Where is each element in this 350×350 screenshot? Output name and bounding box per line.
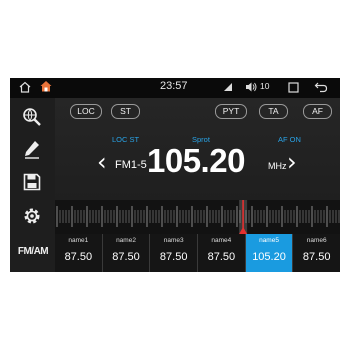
- af-on-indicator: AF ON: [278, 135, 301, 144]
- signal-icon: [223, 82, 233, 95]
- seek-forward-button[interactable]: ›: [287, 150, 297, 174]
- square-icon[interactable]: [288, 82, 299, 96]
- preset-name: name3: [163, 237, 184, 244]
- preset-name: name4: [211, 237, 232, 244]
- ta-button[interactable]: TA: [259, 104, 288, 119]
- radio-screen: 23:57 10 FM/AM LOC ST PYT TA AF LOC ST S…: [10, 78, 340, 272]
- preset-frequency: 87.50: [207, 251, 236, 263]
- sidebar: FM/AM: [10, 98, 55, 272]
- loc-st-indicator: LOC ST: [112, 135, 140, 144]
- preset-2[interactable]: name2 87.50: [102, 234, 150, 272]
- status-bar: 23:57 10: [10, 78, 340, 98]
- preset-3[interactable]: name3 87.50: [150, 234, 198, 272]
- preset-6[interactable]: name6 87.50: [293, 234, 340, 272]
- seek-back-button[interactable]: ‹: [97, 150, 107, 174]
- loc-button[interactable]: LOC: [70, 104, 102, 119]
- preset-frequency: 87.50: [112, 251, 140, 263]
- preset-bar: name1 87.50 name2 87.50 name3 87.50 name…: [55, 234, 340, 272]
- volume-level: 10: [260, 81, 270, 91]
- band-label: FM1-5: [115, 159, 147, 171]
- pen-icon[interactable]: [18, 136, 46, 162]
- tuning-scale: [56, 200, 340, 234]
- preset-frequency: 87.50: [159, 251, 188, 263]
- save-icon[interactable]: [18, 169, 46, 195]
- clock: 23:57: [160, 80, 188, 92]
- preset-frequency: 105.20: [252, 251, 286, 263]
- volume-icon[interactable]: [245, 81, 257, 96]
- preset-1[interactable]: name1 87.50: [55, 234, 102, 272]
- preset-5[interactable]: name5 105.20: [245, 234, 293, 272]
- tuning-dial[interactable]: [55, 200, 340, 234]
- preset-name: name2: [116, 237, 136, 244]
- home-outline-icon[interactable]: [18, 80, 32, 97]
- af-button[interactable]: AF: [303, 104, 332, 119]
- radio-main: LOC ST PYT TA AF LOC ST Sprot AF ON ‹ FM…: [55, 98, 340, 272]
- preset-frequency: 87.50: [64, 251, 93, 263]
- frequency-display: 105.20: [147, 142, 245, 179]
- pty-button[interactable]: PYT: [215, 104, 247, 119]
- gear-icon[interactable]: [18, 203, 46, 229]
- preset-4[interactable]: name4 87.50: [198, 234, 245, 272]
- preset-frequency: 87.50: [302, 251, 331, 263]
- back-icon[interactable]: [314, 81, 328, 96]
- search-globe-icon[interactable]: [18, 104, 46, 130]
- frequency-unit: MHz: [268, 161, 287, 171]
- preset-name: name1: [68, 237, 89, 244]
- preset-name: name5: [259, 237, 279, 244]
- home-icon[interactable]: [39, 79, 53, 96]
- st-button[interactable]: ST: [111, 104, 140, 119]
- preset-name: name6: [306, 237, 327, 244]
- fm-am-button[interactable]: FM/AM: [13, 238, 53, 264]
